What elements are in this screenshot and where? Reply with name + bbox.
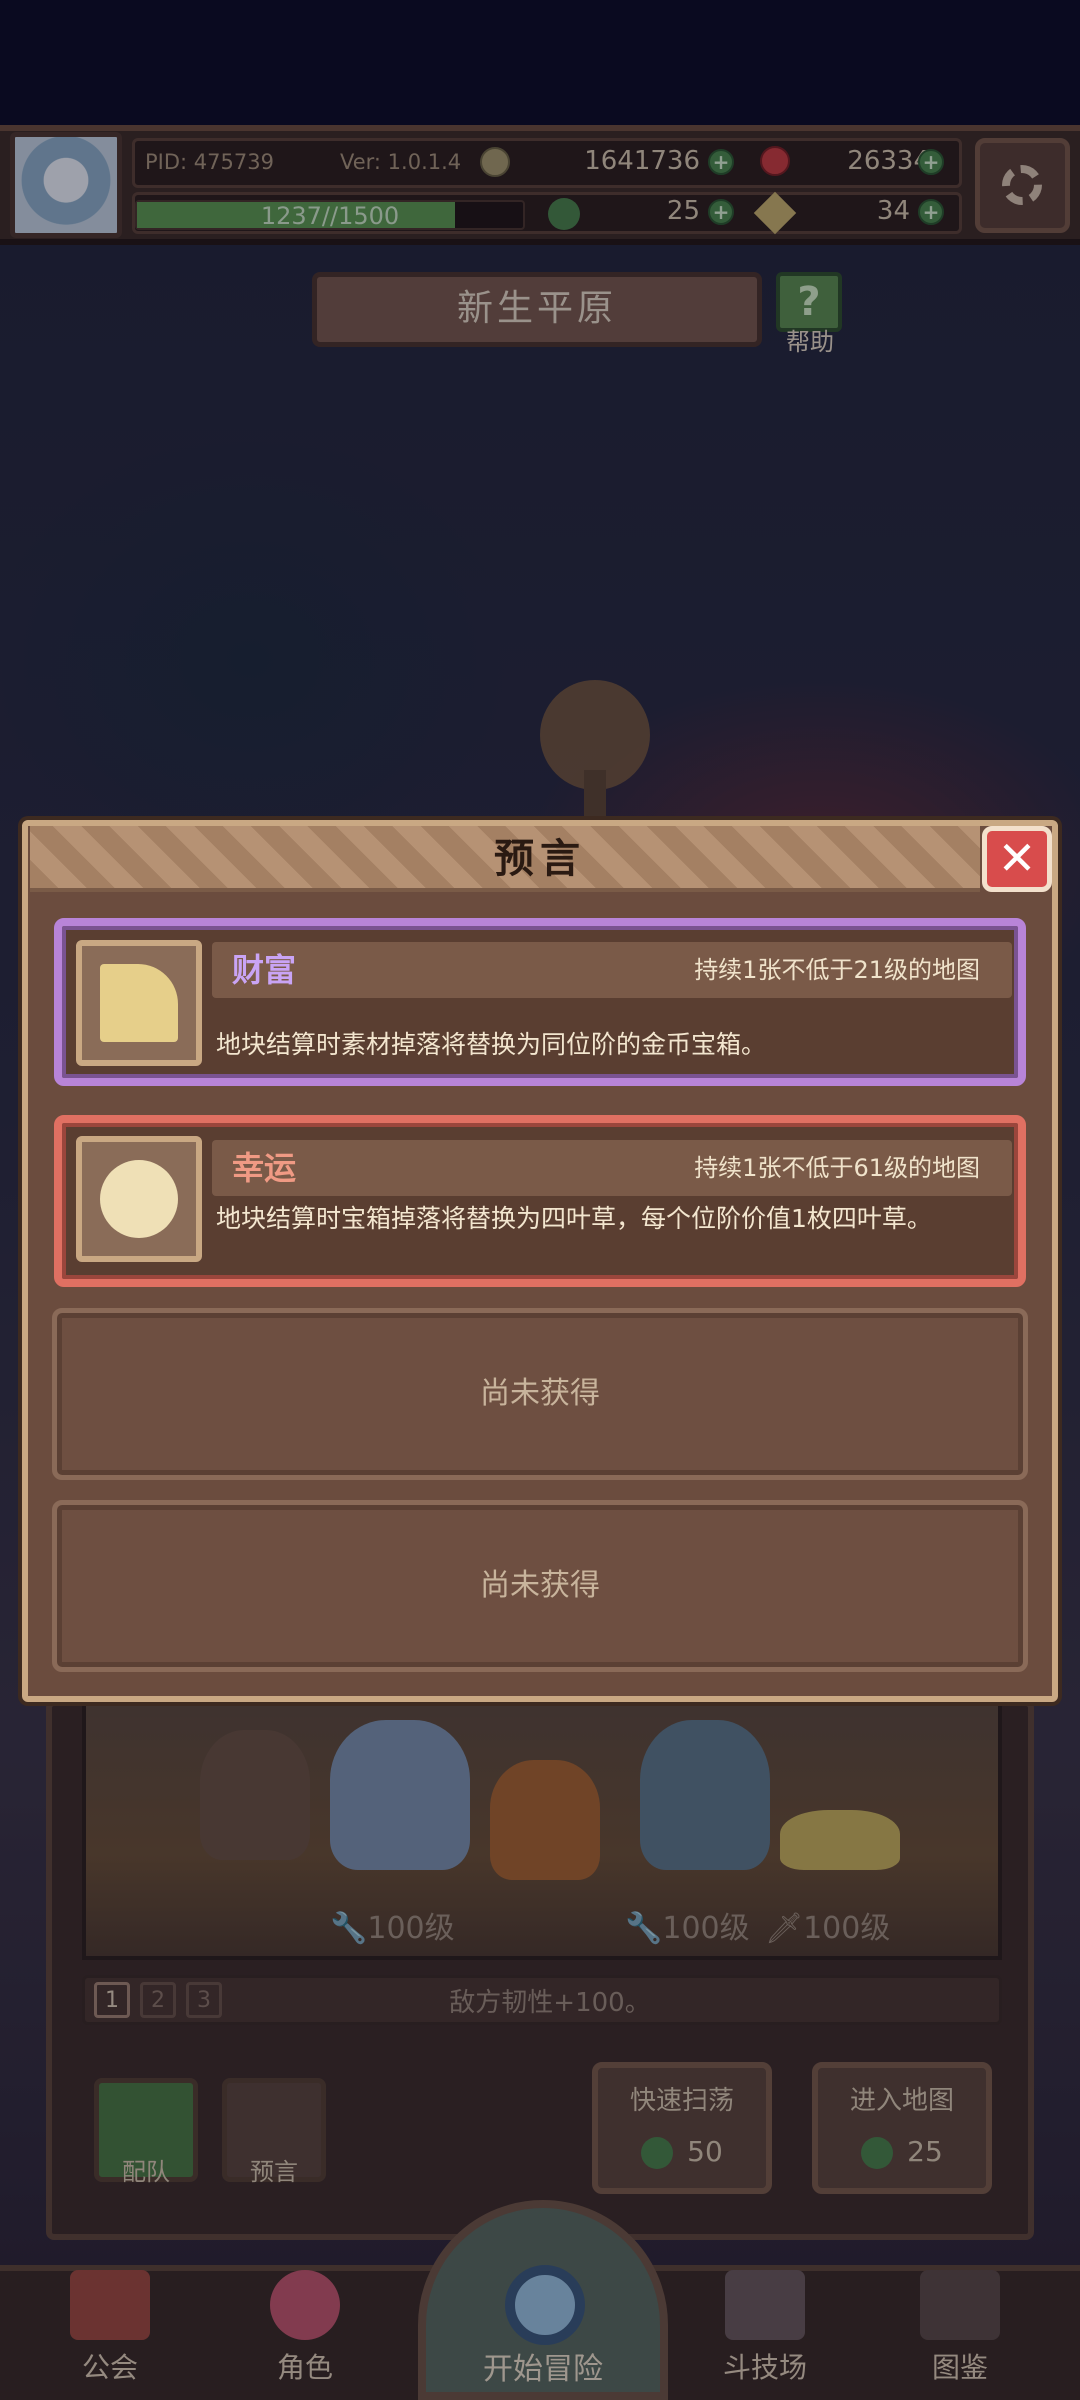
prophecy-duration: 持续1张不低于61级的地图 <box>694 1154 980 1182</box>
close-button[interactable]: ✕ <box>982 826 1052 892</box>
four-leaf-clover-icon <box>100 1160 178 1238</box>
coin-stack-icon <box>100 964 178 1042</box>
prophecy-slot-empty: 尚未获得 <box>52 1500 1028 1672</box>
prophecy-icon-frame <box>76 1136 202 1262</box>
prophecy-slot-empty: 尚未获得 <box>52 1308 1028 1480</box>
prophecy-name: 财富 <box>232 951 297 989</box>
dialog-title: 预言 <box>494 836 586 882</box>
prophecy-icon-frame <box>76 940 202 1066</box>
close-icon: ✕ <box>997 831 1037 885</box>
prophecy-duration: 持续1张不低于21级的地图 <box>694 956 980 984</box>
prophecy-name: 幸运 <box>232 1149 297 1187</box>
prophecy-description: 地块结算时宝箱掉落将替换为四叶草，每个位阶价值1枚四叶草。 <box>216 1204 932 1233</box>
prophecy-description: 地块结算时素材掉落将替换为同位阶的金币宝箱。 <box>216 1030 767 1059</box>
